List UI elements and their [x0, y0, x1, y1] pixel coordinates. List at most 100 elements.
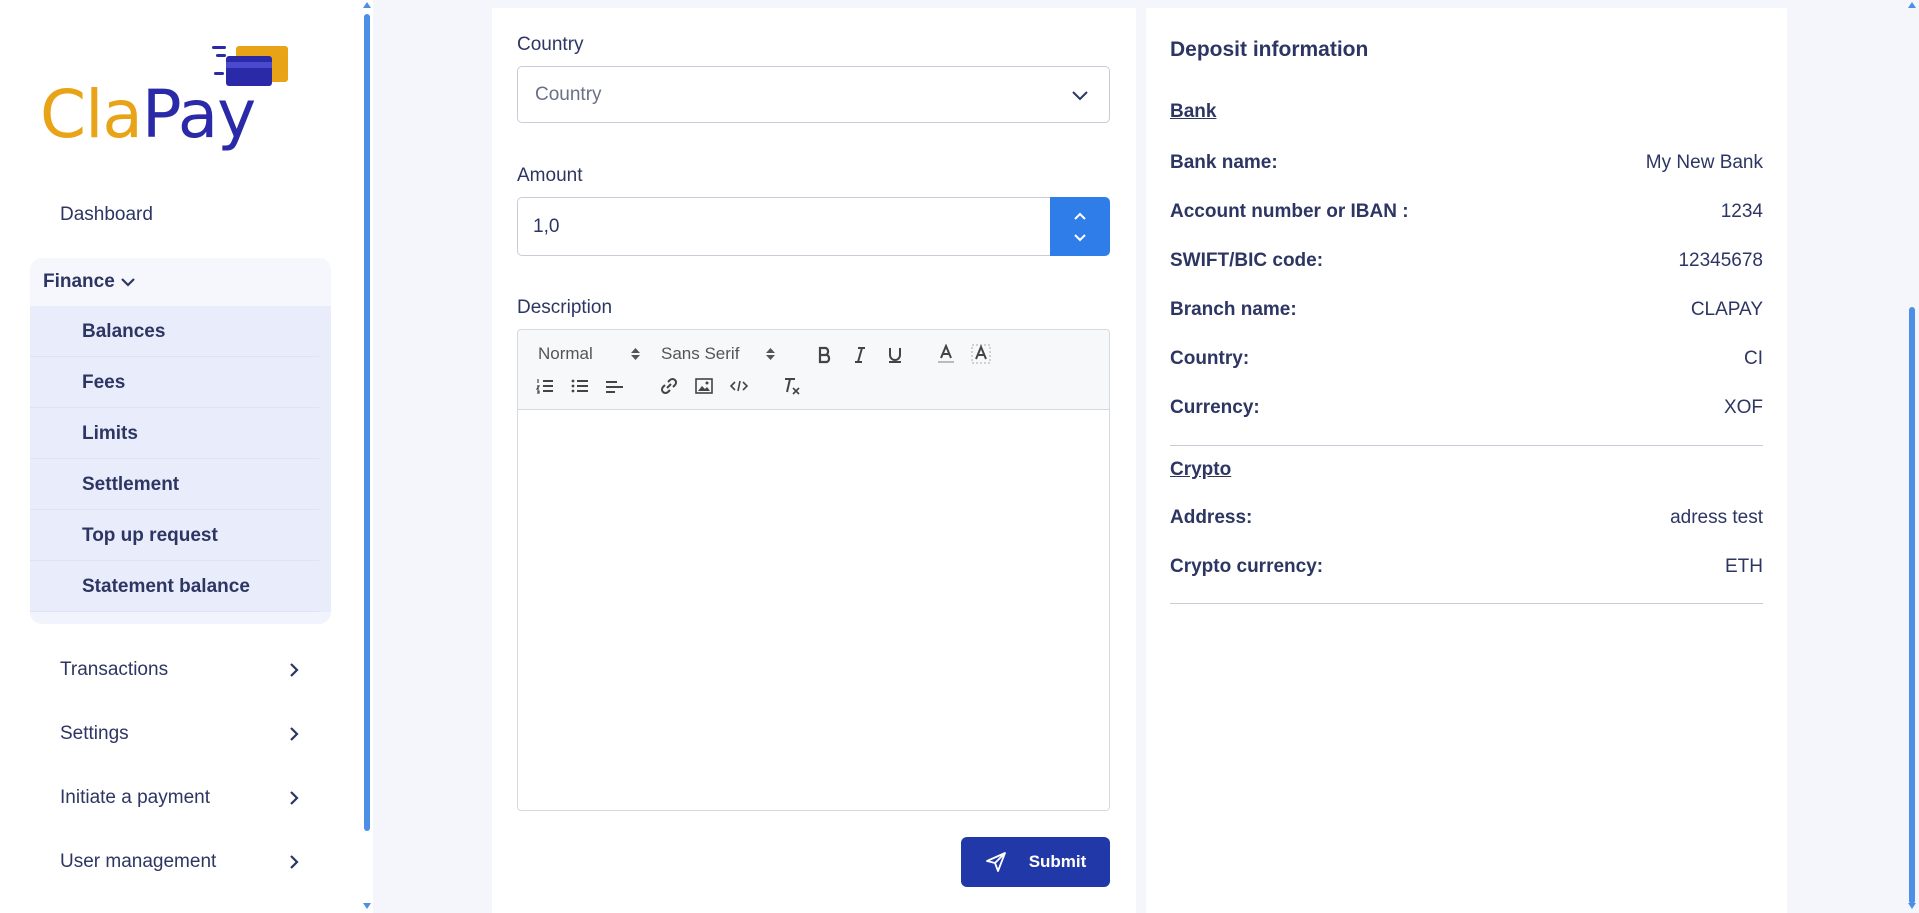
sidebar-item-settings[interactable]: Settings	[30, 702, 331, 766]
row-key: Currency:	[1170, 397, 1260, 418]
swift-code-row: SWIFT/BIC code: 12345678	[1170, 246, 1763, 276]
font-select-value: Sans Serif	[661, 344, 740, 363]
sidebar-item-initiate-payment[interactable]: Initiate a payment	[30, 766, 331, 830]
sidebar-item-fees[interactable]: Fees	[30, 357, 319, 408]
editor-content-area[interactable]	[518, 410, 1109, 810]
chevron-right-icon	[290, 663, 299, 677]
row-key: Branch name:	[1170, 299, 1297, 320]
chevron-up-icon[interactable]	[1073, 212, 1087, 221]
format-select-value: Normal	[538, 344, 593, 363]
bank-section-link[interactable]: Bank	[1170, 101, 1216, 123]
sidebar-item-limits[interactable]: Limits	[30, 408, 319, 459]
row-value: 1234	[1720, 201, 1763, 222]
scrollbar-thumb[interactable]	[1909, 307, 1915, 904]
send-icon	[985, 852, 1006, 872]
underline-icon[interactable]	[885, 345, 905, 365]
country-select-value: Country	[535, 83, 602, 105]
sidebar-item-label: Initiate a payment	[60, 787, 210, 808]
finance-submenu: Balances Fees Limits Settlement Top up r…	[30, 306, 331, 612]
scroll-down-arrow[interactable]	[1908, 903, 1916, 909]
sidebar: ClaPay Dashboard Finance Balances Fees L…	[0, 0, 361, 913]
bank-name-row: Bank name: My New Bank	[1170, 148, 1763, 178]
scroll-up-arrow[interactable]	[1908, 2, 1916, 8]
row-key: SWIFT/BIC code:	[1170, 250, 1324, 271]
logo-text: ClaPay	[40, 82, 256, 148]
scrollbar-thumb[interactable]	[364, 14, 370, 831]
scroll-up-arrow[interactable]	[363, 2, 371, 8]
submit-button[interactable]: Submit	[961, 837, 1110, 887]
sidebar-item-label: User management	[60, 851, 217, 872]
sidebar-item-dashboard[interactable]: Dashboard	[30, 195, 331, 235]
row-value: XOF	[1723, 397, 1763, 418]
font-select[interactable]: Sans Serif	[661, 344, 776, 364]
chevron-right-icon	[290, 791, 299, 805]
amount-stepper: 1,0	[517, 197, 1110, 256]
collapsed-nav: Transactions Settings Initiate a payment…	[30, 638, 331, 894]
row-value: adress test	[1670, 507, 1763, 528]
sidebar-item-settlement[interactable]: Settlement	[30, 459, 319, 510]
country-row: Country: CI	[1170, 344, 1763, 374]
divider	[1170, 445, 1763, 446]
clear-format-icon[interactable]	[782, 376, 802, 396]
row-value: 12345678	[1678, 250, 1763, 271]
bullet-list-icon[interactable]	[570, 376, 590, 396]
row-key: Account number or IBAN :	[1170, 201, 1409, 222]
account-number-row: Account number or IBAN : 1234	[1170, 197, 1763, 227]
description-label: Description	[517, 297, 613, 318]
sidebar-item-user-management[interactable]: User management	[30, 830, 331, 894]
chevron-right-icon	[290, 855, 299, 869]
link-icon[interactable]	[659, 376, 679, 396]
currency-row: Currency: XOF	[1170, 393, 1763, 423]
row-key: Country:	[1170, 348, 1250, 369]
text-color-icon[interactable]	[936, 344, 956, 364]
page-scrollbar[interactable]	[1906, 0, 1919, 913]
row-key: Crypto currency:	[1170, 556, 1324, 577]
sidebar-item-finance[interactable]: Finance	[30, 258, 331, 306]
amount-spinner[interactable]	[1050, 197, 1110, 256]
clapay-logo[interactable]: ClaPay	[40, 40, 310, 160]
deposit-form-card: Country Country Amount 1,0 Description N…	[492, 8, 1136, 913]
amount-input[interactable]: 1,0	[517, 197, 1051, 256]
country-select[interactable]: Country	[517, 66, 1110, 123]
code-icon[interactable]	[729, 376, 749, 396]
scroll-down-arrow[interactable]	[363, 903, 371, 909]
finance-group: Finance Balances Fees Limits Settlement …	[30, 258, 331, 624]
sidebar-item-label: Finance	[43, 271, 115, 292]
image-icon[interactable]	[694, 376, 714, 396]
deposit-info-title: Deposit information	[1170, 38, 1369, 61]
italic-icon[interactable]	[850, 345, 870, 365]
row-value: My New Bank	[1645, 152, 1763, 173]
sidebar-item-label: Dashboard	[60, 204, 153, 225]
sidebar-item-label: Transactions	[60, 659, 169, 680]
row-key: Address:	[1170, 507, 1253, 528]
format-select[interactable]: Normal	[538, 344, 640, 364]
logo-text-cla: Cla	[40, 76, 143, 153]
background-color-icon[interactable]	[971, 344, 991, 364]
sidebar-item-balances[interactable]: Balances	[30, 306, 319, 357]
divider	[1170, 603, 1763, 604]
deposit-info-card: Deposit information Bank Bank name: My N…	[1146, 8, 1787, 913]
updown-icon	[630, 348, 640, 360]
country-label: Country	[517, 34, 584, 55]
chevron-down-icon[interactable]	[1073, 233, 1087, 242]
sidebar-item-top-up-request[interactable]: Top up request	[30, 510, 319, 561]
address-row: Address: adress test	[1170, 503, 1763, 533]
sidebar-scrollbar[interactable]	[361, 0, 373, 913]
bold-icon[interactable]	[815, 345, 835, 365]
chevron-right-icon	[290, 727, 299, 741]
sidebar-item-transactions[interactable]: Transactions	[30, 638, 331, 702]
amount-label: Amount	[517, 165, 583, 186]
align-left-icon[interactable]	[605, 377, 625, 397]
sidebar-item-statement-balance[interactable]: Statement balance	[30, 561, 319, 612]
crypto-section-link[interactable]: Crypto	[1170, 459, 1231, 481]
editor-toolbar: Normal Sans Serif	[518, 330, 1109, 410]
submit-label: Submit	[1028, 852, 1087, 871]
sidebar-nav: Dashboard Finance Balances Fees Limits S…	[30, 195, 331, 894]
row-key: Bank name:	[1170, 152, 1278, 173]
row-value: CI	[1744, 348, 1763, 369]
ordered-list-icon[interactable]	[535, 376, 555, 396]
row-value: CLAPAY	[1690, 299, 1763, 320]
row-value: ETH	[1725, 556, 1763, 577]
chevron-down-icon	[121, 278, 135, 287]
updown-icon	[766, 348, 776, 360]
